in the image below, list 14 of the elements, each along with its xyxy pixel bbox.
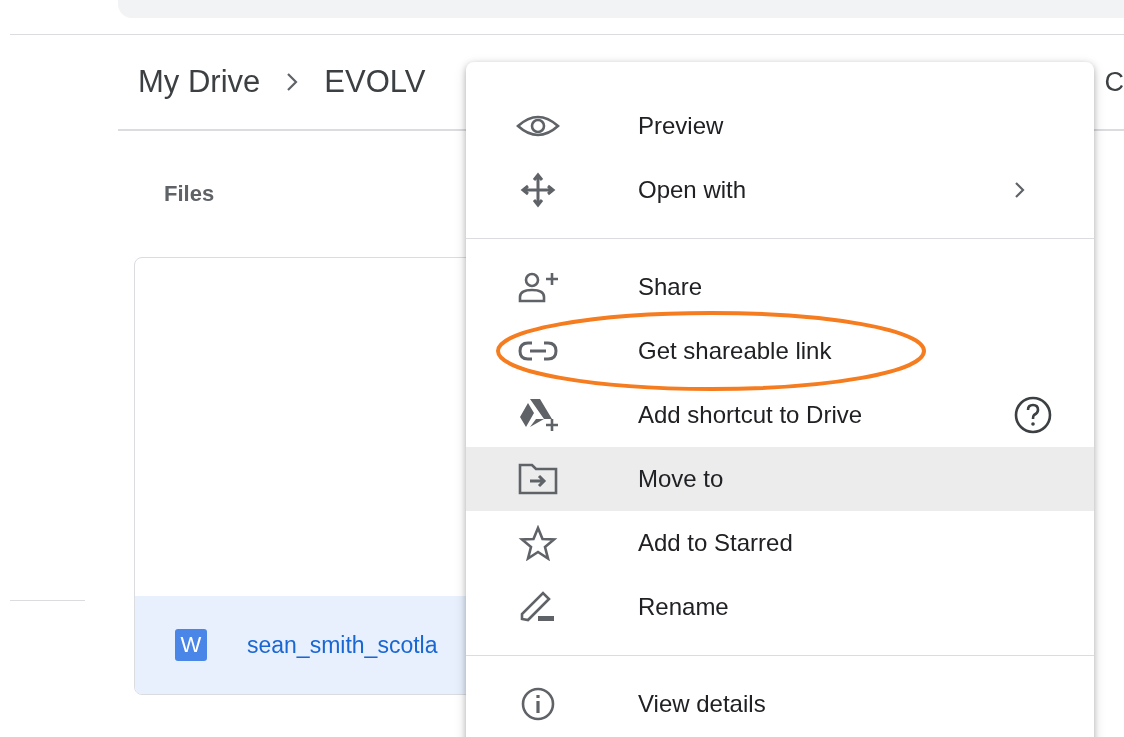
word-file-icon: W — [175, 629, 207, 661]
help-icon[interactable] — [1013, 395, 1053, 435]
folder-arrow-icon — [516, 461, 560, 497]
chevron-right-icon — [286, 72, 299, 92]
chevron-right-icon — [1014, 180, 1026, 200]
section-title: Files — [164, 181, 215, 207]
file-name: sean_smith_scotla — [247, 631, 438, 659]
menu-item[interactable]: Open with — [466, 158, 1094, 222]
breadcrumb-item[interactable]: My Drive — [138, 64, 261, 100]
breadcrumb-item[interactable]: EVOLV — [324, 64, 426, 100]
menu-item[interactable]: Move to — [466, 447, 1094, 511]
breadcrumb-item[interactable]: C — [1104, 66, 1124, 98]
star-icon — [516, 525, 560, 561]
menu-item[interactable]: Preview — [466, 94, 1094, 158]
